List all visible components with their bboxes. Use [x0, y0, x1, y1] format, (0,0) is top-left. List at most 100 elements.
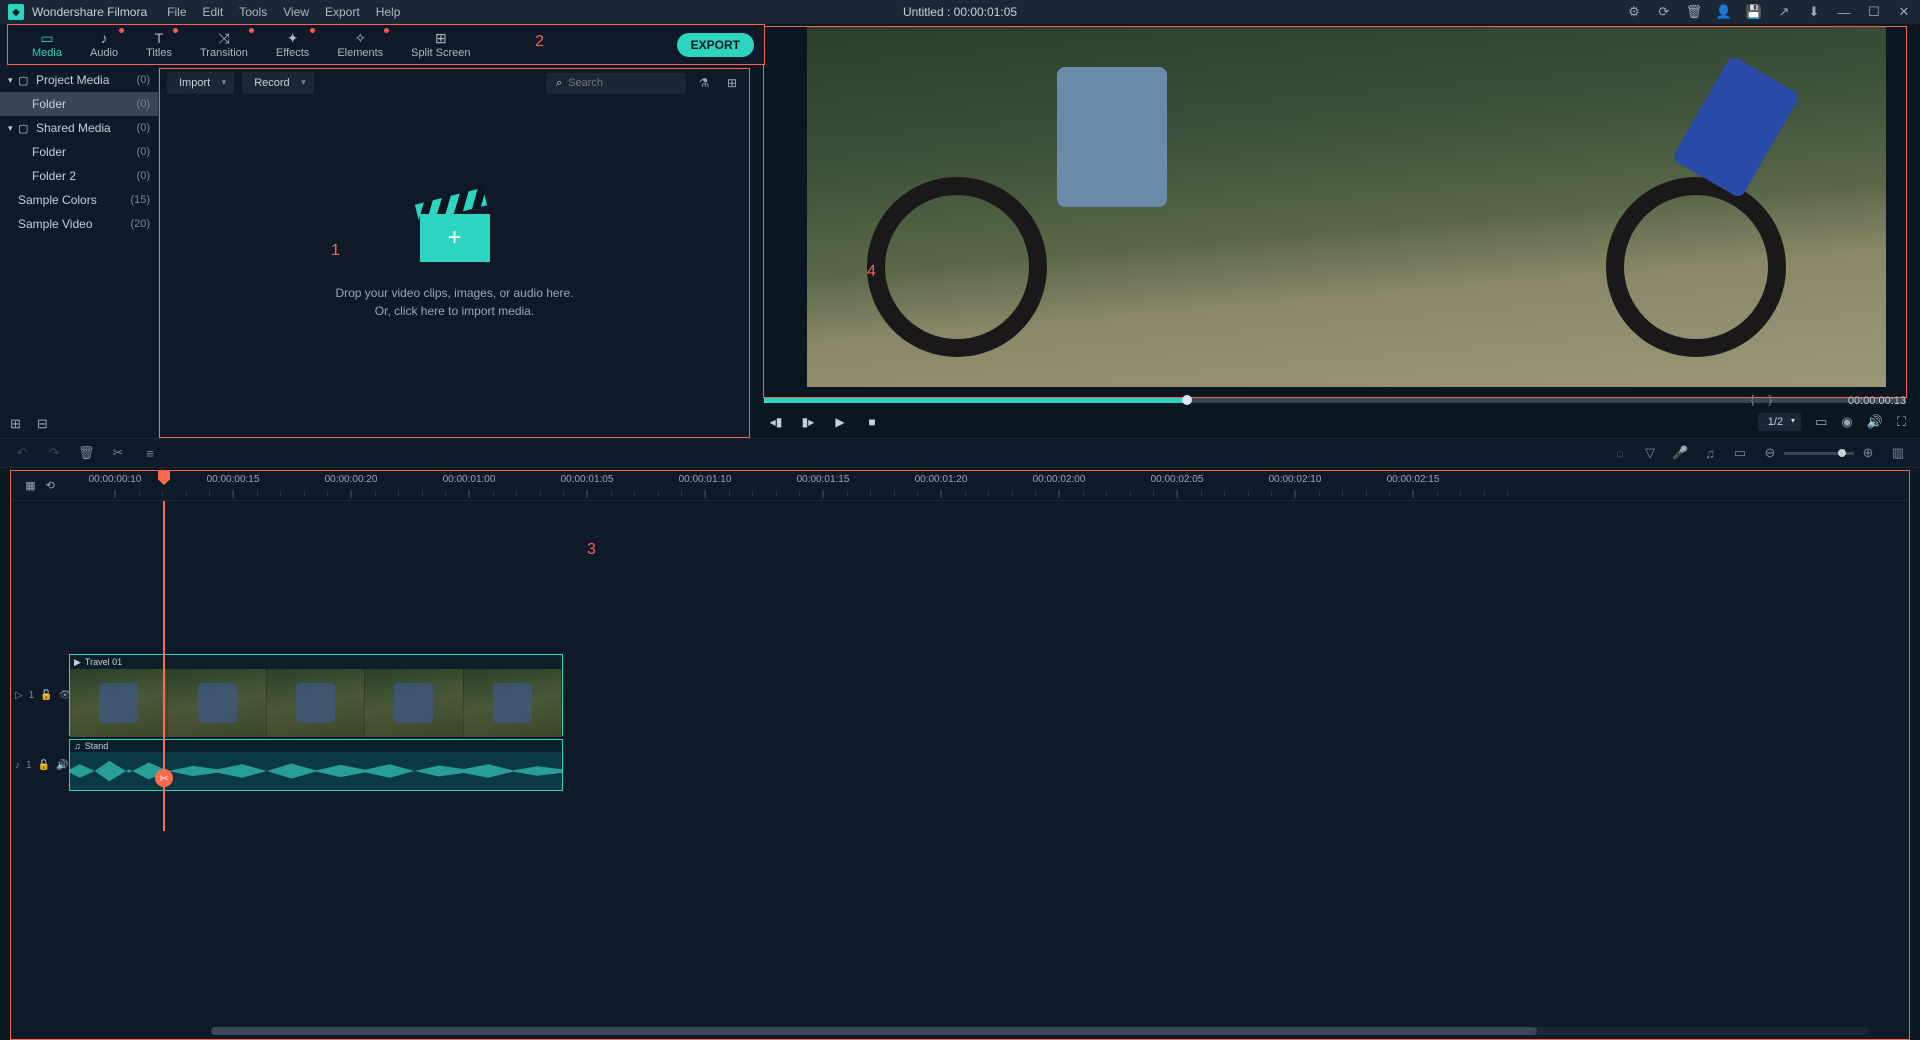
menu-tools[interactable]: Tools — [239, 5, 267, 19]
settings-icon[interactable]: ⚙ — [1626, 4, 1642, 20]
audio-track-lock-icon[interactable]: 🔓 — [38, 760, 50, 771]
audio-mixer-icon[interactable]: ♫ — [1702, 446, 1718, 461]
fullscreen-icon[interactable]: ⛶ — [1897, 414, 1906, 430]
voiceover-icon[interactable]: 🎤 — [1672, 445, 1688, 461]
toolbar-split-screen[interactable]: ⊞Split Screen — [397, 30, 484, 59]
stop-button[interactable]: ■ — [860, 415, 884, 429]
search-box[interactable]: ⌕ — [546, 73, 686, 94]
split-icon[interactable]: ✂ — [110, 445, 126, 461]
menu-export[interactable]: Export — [325, 5, 360, 19]
drop-text-2: Or, click here to import media. — [335, 302, 573, 320]
menu-help[interactable]: Help — [376, 5, 401, 19]
zoom-out-icon[interactable]: ⊖ — [1762, 445, 1778, 461]
folder-icon: ▢ — [18, 74, 32, 87]
document-title: Untitled : 00:00:01:05 — [903, 5, 1017, 19]
sidebar-item-sample-video[interactable]: Sample Video(20) — [0, 212, 158, 236]
delete-icon[interactable]: 🗑 — [78, 445, 94, 461]
preview-video-frame[interactable] — [807, 27, 1886, 387]
toolbar-effects-icon: ✦ — [287, 30, 299, 46]
sidebar-item-sample-colors[interactable]: Sample Colors(15) — [0, 188, 158, 212]
timeline-ruler[interactable]: ▦ ⟲ 00:00:00:1000:00:00:1500:00:00:2000:… — [11, 471, 1909, 501]
zoom-in-icon[interactable]: ⊕ — [1860, 445, 1876, 461]
search-input[interactable] — [568, 77, 658, 89]
toolbar-transition[interactable]: ⤨Transition — [186, 30, 262, 59]
refresh-icon[interactable]: ⟳ — [1656, 4, 1672, 20]
undo-icon[interactable]: ↶ — [14, 445, 30, 461]
preview-panel: 4 {} 00:00:00:13 ◂▮ ▮▸ ▶ ■ 1/2 ▭ ◉ 🔊 ⛶ — [750, 26, 1920, 438]
marker-icon[interactable]: ▽ — [1642, 445, 1658, 461]
audio-clip[interactable]: ♫Stand — [69, 739, 563, 791]
zoom-fit-icon[interactable]: ▥ — [1890, 445, 1906, 461]
audio-clip-icon: ♫ — [74, 741, 81, 751]
sidebar-item-folder[interactable]: Folder(0) — [0, 92, 158, 116]
app-logo-icon: ◆ — [8, 4, 24, 20]
trash-icon[interactable]: 🗑 — [1686, 4, 1702, 20]
maximize-icon[interactable]: ☐ — [1866, 4, 1882, 20]
ruler-tool-2-icon[interactable]: ⟲ — [46, 479, 55, 492]
toolbar-elements[interactable]: ✧Elements — [323, 30, 397, 59]
media-drop-zone[interactable]: + Drop your video clips, images, or audi… — [159, 98, 750, 418]
toolbar-titles-icon: T — [155, 30, 164, 46]
filter-icon[interactable]: ⚗ — [694, 76, 714, 90]
edit-tools-icon[interactable]: ≡ — [142, 446, 158, 461]
preview-progress[interactable]: {} 00:00:00:13 — [764, 398, 1906, 403]
playhead[interactable]: ✂ — [163, 501, 165, 831]
folder-icon: ▢ — [18, 122, 32, 135]
audio-track-mute-icon[interactable]: 🔊 — [56, 760, 68, 771]
ruler-major-tick: 00:00:02:05 — [1151, 474, 1204, 485]
marker-brackets: {} — [1751, 394, 1786, 406]
video-track-type-icon: ▷ — [15, 690, 23, 701]
toolbar-audio-icon: ♪ — [101, 30, 108, 46]
minimize-icon[interactable]: — — [1836, 4, 1852, 20]
chevron-down-icon: ▾ — [8, 123, 18, 134]
import-dropdown[interactable]: Import — [167, 72, 234, 94]
prev-frame-button[interactable]: ◂▮ — [764, 415, 788, 429]
new-folder-icon[interactable]: ⊞ — [10, 416, 21, 432]
menu-view[interactable]: View — [283, 5, 309, 19]
toolbar-split screen-icon: ⊞ — [435, 30, 447, 46]
account-icon[interactable]: 👤 — [1716, 4, 1732, 20]
ruler-tool-1-icon[interactable]: ▦ — [25, 479, 35, 492]
preview-volume-icon[interactable]: 🔊 — [1867, 414, 1883, 430]
sidebar-item-folder-2[interactable]: Folder 2(0) — [0, 164, 158, 188]
ruler-major-tick: 00:00:01:20 — [915, 474, 968, 485]
ruler-major-tick: 00:00:00:15 — [207, 474, 260, 485]
play-button[interactable]: ▶ — [828, 415, 852, 429]
save-icon[interactable]: 💾 — [1746, 4, 1762, 20]
render-icon[interactable]: ◌ — [1612, 446, 1628, 461]
next-frame-button[interactable]: ▮▸ — [796, 415, 820, 429]
export-button[interactable]: EXPORT — [677, 33, 754, 57]
record-dropdown[interactable]: Record — [242, 72, 313, 94]
video-clip[interactable]: ▶Travel 01 — [69, 654, 563, 736]
grid-view-icon[interactable]: ⊞ — [722, 76, 742, 90]
ruler-major-tick: 00:00:02:00 — [1033, 474, 1086, 485]
annotation-4: 4 — [867, 263, 876, 281]
playhead-split-icon[interactable]: ✂ — [155, 769, 173, 787]
zoom-slider[interactable] — [1784, 452, 1854, 455]
share-icon[interactable]: ↗ — [1776, 4, 1792, 20]
delete-folder-icon[interactable]: ⊟ — [37, 416, 48, 432]
menu-edit[interactable]: Edit — [203, 5, 224, 19]
close-icon[interactable]: ✕ — [1896, 4, 1912, 20]
audio-track-type-icon: ♪ — [15, 760, 20, 771]
video-track: ▷ 1 🔓 👁 ▶Travel 01 — [11, 654, 1909, 736]
toolbar-audio[interactable]: ♪Audio — [76, 30, 132, 59]
timeline-scrollbar[interactable] — [211, 1027, 1869, 1035]
drop-text-1: Drop your video clips, images, or audio … — [335, 284, 573, 302]
crop-icon[interactable]: ▭ — [1732, 445, 1748, 461]
download-icon[interactable]: ⬇ — [1806, 4, 1822, 20]
clapboard-icon: + — [420, 196, 490, 266]
preview-ratio-dropdown[interactable]: 1/2 — [1758, 413, 1801, 431]
redo-icon[interactable]: ↷ — [46, 445, 62, 461]
sidebar-item-shared-media[interactable]: ▾▢Shared Media(0) — [0, 116, 158, 140]
snapshot-icon[interactable]: ◉ — [1841, 414, 1852, 430]
toolbar-titles[interactable]: TTitles — [132, 30, 186, 59]
sidebar-item-project-media[interactable]: ▾▢Project Media(0) — [0, 68, 158, 92]
toolbar-effects[interactable]: ✦Effects — [262, 30, 323, 59]
audio-track: ♪ 1 🔓 🔊 ♫Stand — [11, 739, 1909, 791]
menu-file[interactable]: File — [167, 5, 186, 19]
toolbar-media[interactable]: ▭Media — [18, 30, 76, 59]
video-track-lock-icon[interactable]: 🔓 — [40, 690, 52, 701]
preview-quality-icon[interactable]: ▭ — [1815, 414, 1827, 430]
sidebar-item-folder[interactable]: Folder(0) — [0, 140, 158, 164]
